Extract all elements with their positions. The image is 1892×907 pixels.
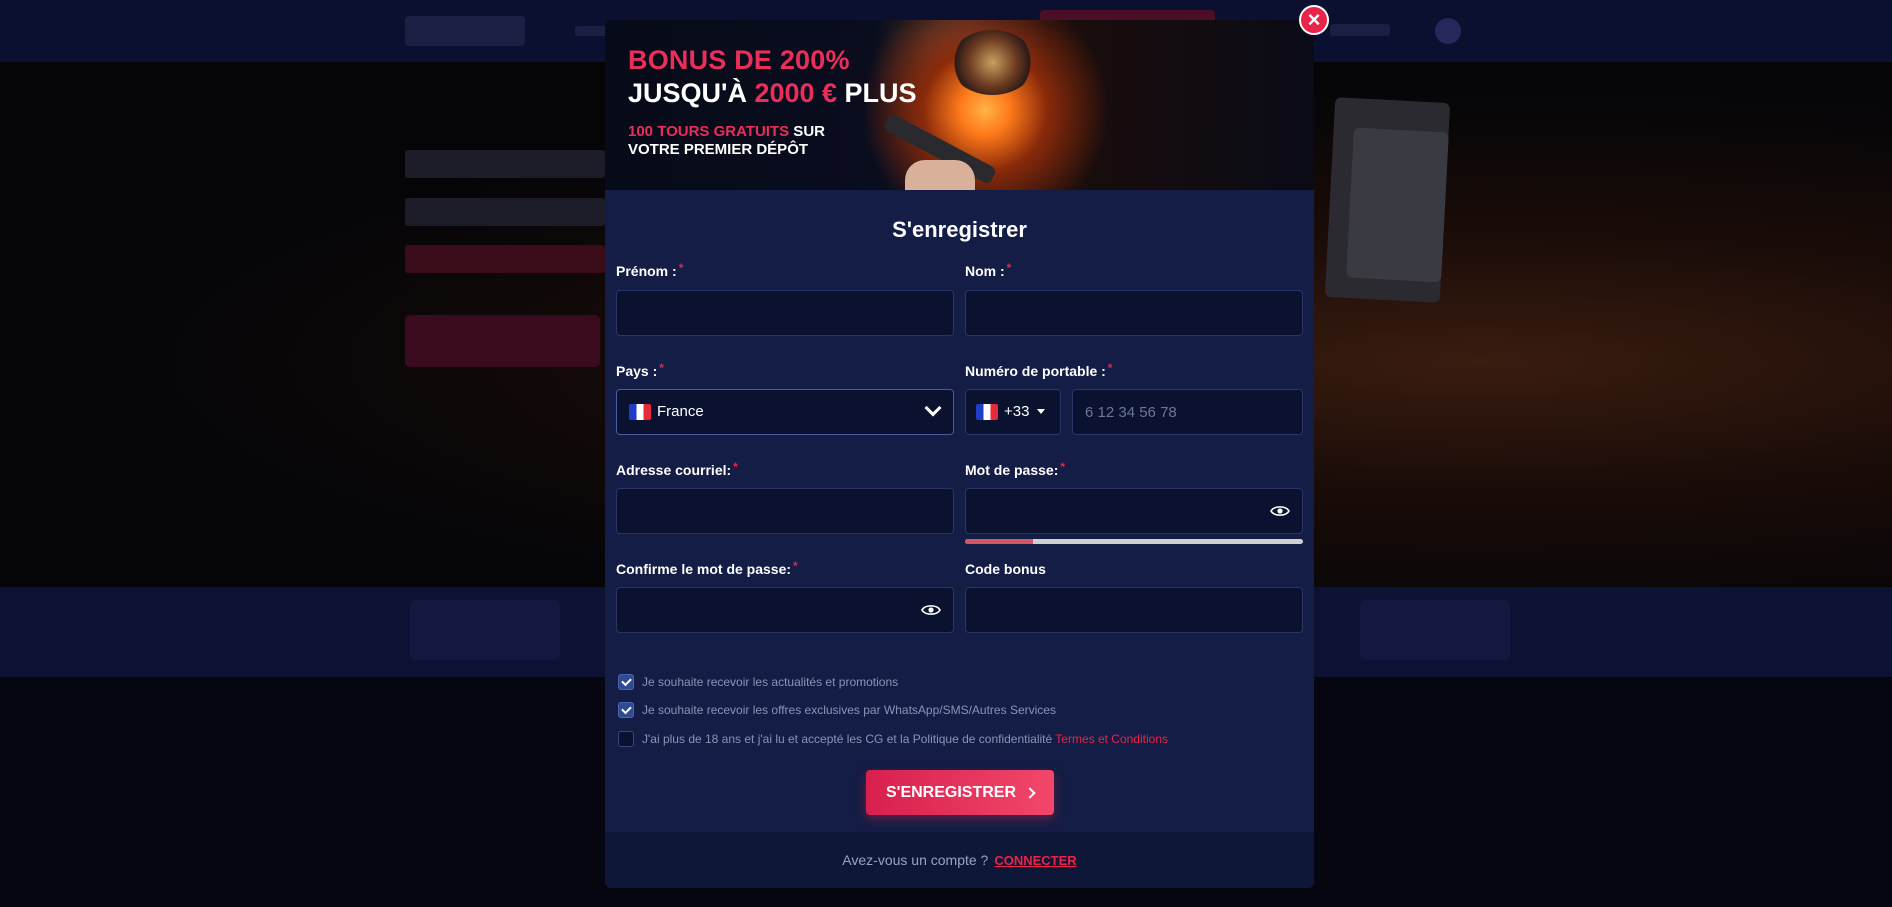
required-mark: * (678, 261, 684, 275)
password-strength-fill (965, 539, 1033, 544)
fr-flag-icon (976, 403, 998, 420)
mobile-label-text: Numéro de portable : (965, 363, 1106, 379)
phone-code-select[interactable]: +33 (965, 389, 1061, 435)
last-name-input[interactable] (965, 290, 1303, 336)
terms-checkbox[interactable] (618, 731, 634, 747)
required-mark: * (793, 559, 798, 573)
caret-down-icon (1037, 409, 1046, 414)
bonus-amount-suffix: PLUS (837, 78, 917, 108)
confirm-password-label: Confirme le mot de passe: * (616, 559, 798, 577)
newsletter-checkbox-label: Je souhaite recevoir les actualités et p… (642, 675, 899, 689)
modal-footer: Avez-vous un compte ? CONNECTER (605, 832, 1314, 888)
required-mark: * (659, 361, 664, 375)
terms-checkbox-row[interactable]: J'ai plus de 18 ans et j'ai lu et accept… (618, 731, 1168, 747)
email-label-text: Adresse courriel: (616, 462, 732, 478)
required-mark: * (1006, 261, 1012, 275)
password-label-text: Mot de passe: (965, 462, 1059, 478)
country-label-text: Pays : (616, 363, 658, 379)
password-label: Mot de passe: * (965, 460, 1066, 478)
confirm-password-input[interactable] (616, 587, 954, 633)
eye-icon[interactable] (1270, 504, 1290, 518)
phone-placeholder: 6 12 34 56 78 (1085, 404, 1177, 421)
phone-input[interactable]: 6 12 34 56 78 (1072, 389, 1303, 435)
country-name: France (657, 403, 704, 420)
sms-checkbox[interactable] (618, 702, 634, 718)
register-button[interactable]: S'ENREGISTRER (866, 770, 1054, 815)
free-spins-suffix: SUR (789, 123, 825, 140)
required-mark: * (1107, 361, 1113, 375)
required-mark: * (1060, 460, 1066, 474)
roulette-image (950, 30, 1035, 95)
phone-code-value: +33 (976, 403, 1046, 420)
terms-link[interactable]: Termes et Conditions (1055, 732, 1168, 746)
bonus-amount: JUSQU'À 2000 € PLUS (628, 78, 917, 109)
password-input[interactable] (965, 488, 1303, 534)
sms-checkbox-label: Je souhaite recevoir les offres exclusiv… (642, 703, 1056, 717)
country-label: Pays : * (616, 361, 664, 379)
background-hero-button (405, 315, 600, 367)
phone-code-text: +33 (1004, 403, 1030, 420)
first-name-label-text: Prénom : (616, 263, 677, 279)
bonus-amount-value: 2000 € (754, 78, 838, 108)
country-select[interactable]: France (616, 389, 954, 435)
first-deposit-text: VOTRE PREMIER DÉPÔT (628, 141, 809, 158)
banner-text: BONUS DE 200% JUSQU'À 2000 € PLUS 100 TO… (628, 45, 917, 159)
hand-image (905, 160, 975, 190)
free-spins-text: 100 TOURS GRATUITS SUR VOTRE PREMIER DÉP… (628, 123, 917, 159)
terms-checkbox-label: J'ai plus de 18 ans et j'ai lu et accept… (642, 732, 1168, 746)
newsletter-checkbox[interactable] (618, 674, 634, 690)
first-name-input[interactable] (616, 290, 954, 336)
register-button-label: S'ENREGISTRER (885, 783, 1017, 801)
background-category-item (1360, 600, 1510, 660)
bonus-percent: BONUS DE 200% (628, 45, 850, 75)
form-title: S'enregistrer (892, 217, 1027, 242)
close-icon[interactable]: × (1299, 5, 1329, 35)
fr-flag-icon (629, 403, 651, 420)
chevron-down-icon (924, 399, 942, 417)
register-modal: BONUS DE 200% JUSQU'À 2000 € PLUS 100 TO… (605, 20, 1314, 888)
background-hero-title (405, 245, 605, 273)
eye-icon[interactable] (921, 603, 941, 617)
newsletter-checkbox-row[interactable]: Je souhaite recevoir les actualités et p… (618, 674, 898, 690)
required-mark: * (733, 460, 738, 474)
confirm-password-label-text: Confirme le mot de passe: (616, 561, 792, 577)
country-select-value: France (629, 403, 704, 420)
bonus-banner: BONUS DE 200% JUSQU'À 2000 € PLUS 100 TO… (605, 20, 1314, 190)
bonus-amount-prefix: JUSQU'À (628, 78, 755, 108)
chevron-right-icon (1024, 786, 1036, 799)
password-strength-bar (965, 539, 1303, 544)
sms-checkbox-row[interactable]: Je souhaite recevoir les offres exclusiv… (618, 702, 1056, 718)
free-spins-count: 100 TOURS GRATUITS (628, 123, 790, 140)
background-category-item (410, 600, 560, 660)
background-logo (405, 16, 525, 46)
background-hero-title (405, 150, 605, 178)
background-hero-title (405, 198, 605, 226)
login-link[interactable]: CONNECTER (994, 853, 1076, 868)
last-name-label-text: Nom : (965, 263, 1005, 279)
background-login-link (1330, 24, 1390, 36)
have-account-text: Avez-vous un compte ? (842, 852, 989, 868)
mobile-label: Numéro de portable : * (965, 361, 1113, 379)
bonus-code-input[interactable] (965, 587, 1303, 633)
bonus-code-label: Code bonus (965, 561, 1046, 577)
email-label: Adresse courriel: * (616, 460, 738, 478)
last-name-label: Nom : * (965, 261, 1012, 279)
background-language-flag (1435, 18, 1461, 44)
terms-text: J'ai plus de 18 ans et j'ai lu et accept… (642, 732, 1056, 746)
email-input[interactable] (616, 488, 954, 534)
background-card-art (1346, 127, 1449, 283)
first-name-label: Prénom : * (616, 261, 684, 279)
